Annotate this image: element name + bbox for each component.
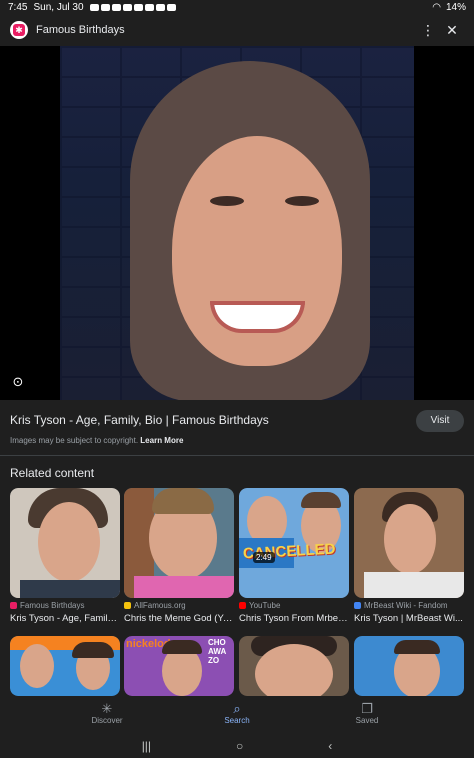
visit-button[interactable]: Visit — [416, 410, 464, 432]
card-source: AllFamous.org — [124, 601, 234, 610]
video-duration: 2:49 — [253, 552, 275, 563]
card-source: YouTube — [239, 601, 349, 610]
related-card[interactable]: MrBeast Wiki - Fandom Kris Tyson | MrBea… — [354, 488, 464, 628]
status-date: Sun, Jul 30 — [33, 1, 84, 13]
site-favicon: ✱ — [10, 21, 28, 39]
nav-search[interactable]: ⌕ Search — [207, 696, 267, 734]
recents-icon[interactable]: ||| — [142, 739, 151, 753]
related-card[interactable]: CANCELLED 2:49 YouTube Chris Tyson From … — [239, 488, 349, 628]
related-thumbnail[interactable] — [10, 636, 120, 696]
youtube-icon — [239, 602, 246, 609]
back-icon[interactable]: ‹ — [328, 739, 332, 753]
discover-icon: ✳ — [101, 701, 113, 716]
nav-saved[interactable]: ❐ Saved — [337, 696, 397, 734]
related-card[interactable]: nickelodeon CHO AWA ZO — [124, 636, 234, 696]
related-thumbnail[interactable]: CANCELLED 2:49 — [239, 488, 349, 598]
card-source: Famous Birthdays — [10, 601, 120, 610]
related-content-heading: Related content — [10, 466, 95, 480]
viewer-header: ✱ Famous Birthdays ⋮ ✕ — [0, 14, 474, 46]
related-card[interactable]: Famous Birthdays Kris Tyson - Age, Famil… — [10, 488, 120, 628]
system-navigation-bar: ||| ○ ‹ — [0, 734, 474, 758]
learn-more-link[interactable]: Learn More — [140, 436, 183, 445]
source-favicon-icon — [10, 602, 17, 609]
card-title[interactable]: Kris Tyson - Age, Family,... — [10, 613, 120, 624]
battery-text: 14% — [445, 1, 466, 13]
copyright-notice: Images may be subject to copyright. Lear… — [10, 436, 183, 445]
related-thumbnail[interactable] — [239, 636, 349, 696]
card-title[interactable]: Kris Tyson | MrBeast Wi... — [354, 613, 464, 624]
site-name: Famous Birthdays — [36, 24, 125, 36]
home-icon[interactable]: ○ — [236, 739, 243, 753]
wifi-icon: ◠ — [432, 1, 441, 13]
status-time: 7:45 — [8, 1, 28, 13]
related-thumbnail[interactable]: nickelodeon CHO AWA ZO — [124, 636, 234, 696]
source-favicon-icon — [124, 602, 131, 609]
card-title[interactable]: Chris the Meme God (Yo... — [124, 613, 234, 624]
copyright-text: Images may be subject to copyright. — [10, 436, 139, 445]
nav-discover[interactable]: ✳ Discover — [77, 696, 137, 734]
notification-icons — [89, 3, 176, 11]
bottom-navigation: ✳ Discover ⌕ Search ❐ Saved — [0, 696, 474, 734]
close-icon[interactable]: ✕ — [440, 22, 464, 39]
related-card[interactable] — [239, 636, 349, 696]
related-card[interactable] — [354, 636, 464, 696]
related-thumbnail[interactable] — [354, 488, 464, 598]
card-source: MrBeast Wiki - Fandom — [354, 601, 464, 610]
related-thumbnail[interactable] — [124, 488, 234, 598]
related-card[interactable]: AllFamous.org Chris the Meme God (Yo... — [124, 488, 234, 628]
related-thumbnail[interactable] — [10, 488, 120, 598]
search-icon: ⌕ — [233, 701, 241, 716]
lens-search-icon[interactable]: ⊙ — [10, 374, 26, 390]
saved-icon: ❐ — [361, 701, 373, 716]
card-title[interactable]: Chris Tyson From Mrbea... — [239, 613, 349, 624]
status-bar: 7:45 Sun, Jul 30 ◠ 14% — [0, 0, 474, 14]
source-favicon-icon — [354, 602, 361, 609]
main-image[interactable] — [60, 46, 414, 400]
result-title[interactable]: Kris Tyson - Age, Family, Bio | Famous B… — [10, 413, 400, 427]
related-card[interactable] — [10, 636, 120, 696]
related-thumbnail[interactable] — [354, 636, 464, 696]
divider — [0, 455, 474, 456]
famous-birthdays-logo-icon: ✱ — [13, 24, 25, 36]
image-viewer[interactable]: ⊙ — [0, 46, 474, 400]
more-options-icon[interactable]: ⋮ — [416, 22, 440, 39]
choice-awards-text: CHO AWA ZO — [208, 638, 227, 665]
